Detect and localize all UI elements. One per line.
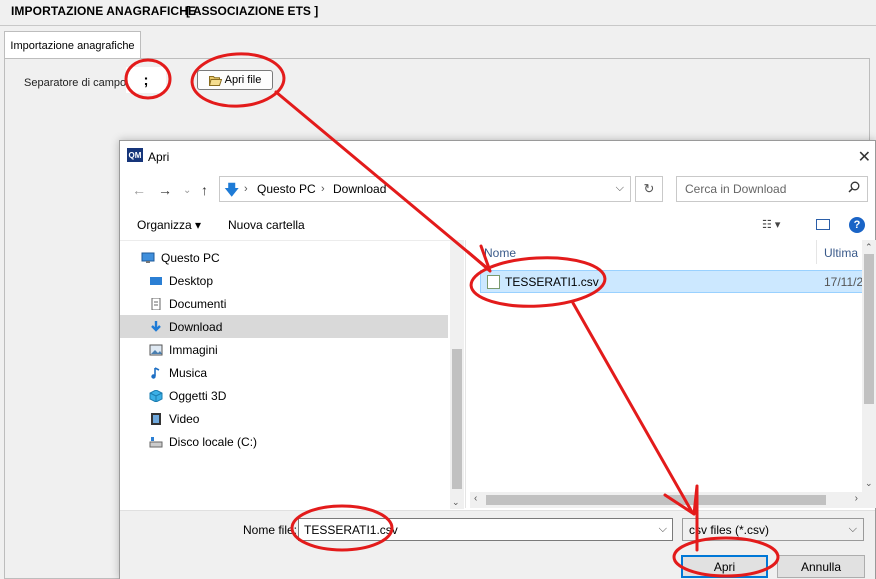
- download-icon: [151, 320, 161, 332]
- nav-item-disco-locale[interactable]: Disco locale (C:): [120, 430, 448, 453]
- navigation-pane: Questo PC Desktop Documenti Download Imm…: [120, 240, 464, 509]
- recent-chevron-icon[interactable]: ⌄: [183, 185, 191, 196]
- file-date: 17/11/2: [824, 275, 864, 289]
- refresh-icon[interactable]: ↻: [635, 176, 663, 202]
- dialog-titlebar: QM Apri ✕: [120, 141, 875, 172]
- view-options-icon[interactable]: ☷ ▾: [762, 218, 780, 231]
- filename-value: TESSERATI1.csv: [304, 523, 398, 537]
- chevron-left-icon[interactable]: ‹: [474, 493, 477, 504]
- scrollbar-thumb[interactable]: [864, 254, 874, 404]
- up-icon[interactable]: ↑: [201, 182, 208, 198]
- nav-item-video[interactable]: Video: [120, 407, 448, 430]
- file-name: TESSERATI1.csv: [505, 275, 599, 289]
- separator-label: Separatore di campo:: [24, 77, 130, 89]
- scrollbar-thumb[interactable]: [452, 349, 462, 489]
- help-icon[interactable]: ?: [849, 217, 865, 233]
- app-subtitle: [ ASSOCIAZIONE ETS ]: [186, 4, 319, 18]
- search-icon: [848, 181, 860, 193]
- chevron-down-icon[interactable]: ⌄: [452, 497, 460, 508]
- chevron-up-icon[interactable]: ⌃: [865, 242, 873, 253]
- nav-item-label: Questo PC: [161, 250, 220, 265]
- nav-item-label: Documenti: [169, 296, 227, 311]
- 3d-objects-icon: [149, 389, 163, 402]
- nav-item-oggetti-3d[interactable]: Oggetti 3D: [120, 384, 448, 407]
- nav-item-label: Video: [169, 411, 200, 426]
- organize-button[interactable]: Organizza ▾: [137, 218, 201, 232]
- preview-pane-icon[interactable]: [816, 219, 830, 230]
- nav-item-label: Download: [169, 319, 223, 334]
- chevron-down-icon: ⌵: [848, 523, 857, 535]
- nav-item-label: Desktop: [169, 273, 214, 288]
- pane-splitter[interactable]: [465, 240, 466, 508]
- file-type-value: csv files (*.csv): [689, 523, 770, 537]
- close-icon[interactable]: ✕: [858, 147, 871, 167]
- app-header: IMPORTAZIONE ANAGRAFICHE [ ASSOCIAZIONE …: [0, 0, 876, 26]
- chevron-right-icon[interactable]: ›: [855, 493, 858, 504]
- nav-item-label: Oggetti 3D: [169, 388, 227, 403]
- desktop-icon: [150, 276, 162, 285]
- cancel-button[interactable]: Annulla: [777, 555, 865, 578]
- breadcrumb-download[interactable]: Download: [333, 182, 386, 196]
- disk-icon: [149, 436, 163, 447]
- tab-importazione-anagrafiche[interactable]: Importazione anagrafiche: [4, 31, 141, 59]
- address-bar[interactable]: 🡇 › Questo PC › Download ⌵: [219, 176, 631, 202]
- file-list: Nome Ultima m TESSERATI1.csv 17/11/2 ⌃ ⌄…: [470, 240, 876, 508]
- dialog-title: Apri: [148, 150, 170, 164]
- nav-item-download[interactable]: Download: [120, 315, 448, 338]
- open-file-label: Apri file: [224, 74, 262, 86]
- file-row[interactable]: TESSERATI1.csv 17/11/2: [480, 270, 865, 293]
- chevron-right-icon: ›: [321, 183, 325, 195]
- forward-icon[interactable]: →: [158, 182, 172, 198]
- open-button[interactable]: Apri: [681, 555, 768, 578]
- app-title: IMPORTAZIONE ANAGRAFICHE: [11, 4, 197, 18]
- dialog-footer: Nome file: TESSERATI1.csv ⌵ csv files (*…: [120, 510, 875, 579]
- file-type-select[interactable]: csv files (*.csv) ⌵: [682, 518, 864, 541]
- download-arrow-icon: 🡇: [224, 182, 240, 199]
- file-list-horizontal-scrollbar[interactable]: ‹ ›: [470, 492, 862, 508]
- nav-item-musica[interactable]: Musica: [120, 361, 448, 384]
- nav-item-label: Disco locale (C:): [169, 434, 258, 449]
- search-input[interactable]: Cerca in Download: [676, 176, 868, 202]
- chevron-down-icon[interactable]: ⌵: [659, 523, 667, 536]
- images-icon: [149, 344, 163, 355]
- nav-item-label: Immagini: [169, 342, 218, 357]
- command-bar: Organizza ▾ Nuova cartella ☷ ▾ ?: [120, 211, 875, 239]
- column-divider[interactable]: [816, 240, 817, 264]
- scrollbar-thumb[interactable]: [486, 495, 826, 505]
- back-icon[interactable]: ←: [132, 182, 146, 198]
- navigation-bar: ← → ⌄ ↑ 🡇 › Questo PC › Download ⌵ ↻ Cer…: [120, 174, 875, 204]
- filename-label: Nome file:: [243, 523, 298, 537]
- chevron-right-icon: ›: [244, 183, 248, 195]
- folder-open-icon: [208, 75, 222, 86]
- nav-pane-scrollbar[interactable]: ⌄: [450, 241, 464, 509]
- chevron-down-icon[interactable]: ⌄: [865, 478, 873, 489]
- nav-item-immagini[interactable]: Immagini: [120, 338, 448, 361]
- video-icon: [151, 412, 161, 425]
- nav-item-documenti[interactable]: Documenti: [120, 292, 448, 315]
- column-header-name[interactable]: Nome: [484, 246, 516, 260]
- open-file-button[interactable]: Apri file: [197, 70, 273, 90]
- nav-item-desktop[interactable]: Desktop: [120, 269, 448, 292]
- csv-file-icon: [487, 275, 500, 289]
- file-list-vertical-scrollbar[interactable]: ⌃ ⌄: [862, 240, 876, 508]
- breadcrumb-questo-pc[interactable]: Questo PC: [257, 182, 316, 196]
- nav-item-label: Musica: [169, 365, 208, 380]
- nav-item-questo-pc[interactable]: Questo PC: [120, 246, 448, 269]
- filename-input[interactable]: TESSERATI1.csv ⌵: [298, 518, 673, 541]
- documents-icon: [151, 297, 161, 310]
- separator-input[interactable]: ;: [126, 67, 166, 93]
- new-folder-button[interactable]: Nuova cartella: [228, 218, 305, 232]
- computer-icon: [141, 252, 155, 263]
- tab-strip: Importazione anagrafiche: [0, 27, 876, 59]
- chevron-down-icon[interactable]: ⌵: [616, 182, 624, 195]
- search-placeholder: Cerca in Download: [685, 182, 787, 196]
- music-icon: [151, 366, 160, 379]
- app-icon: QM: [127, 148, 143, 162]
- open-file-dialog: QM Apri ✕ ← → ⌄ ↑ 🡇 › Questo PC › Downlo…: [119, 140, 876, 579]
